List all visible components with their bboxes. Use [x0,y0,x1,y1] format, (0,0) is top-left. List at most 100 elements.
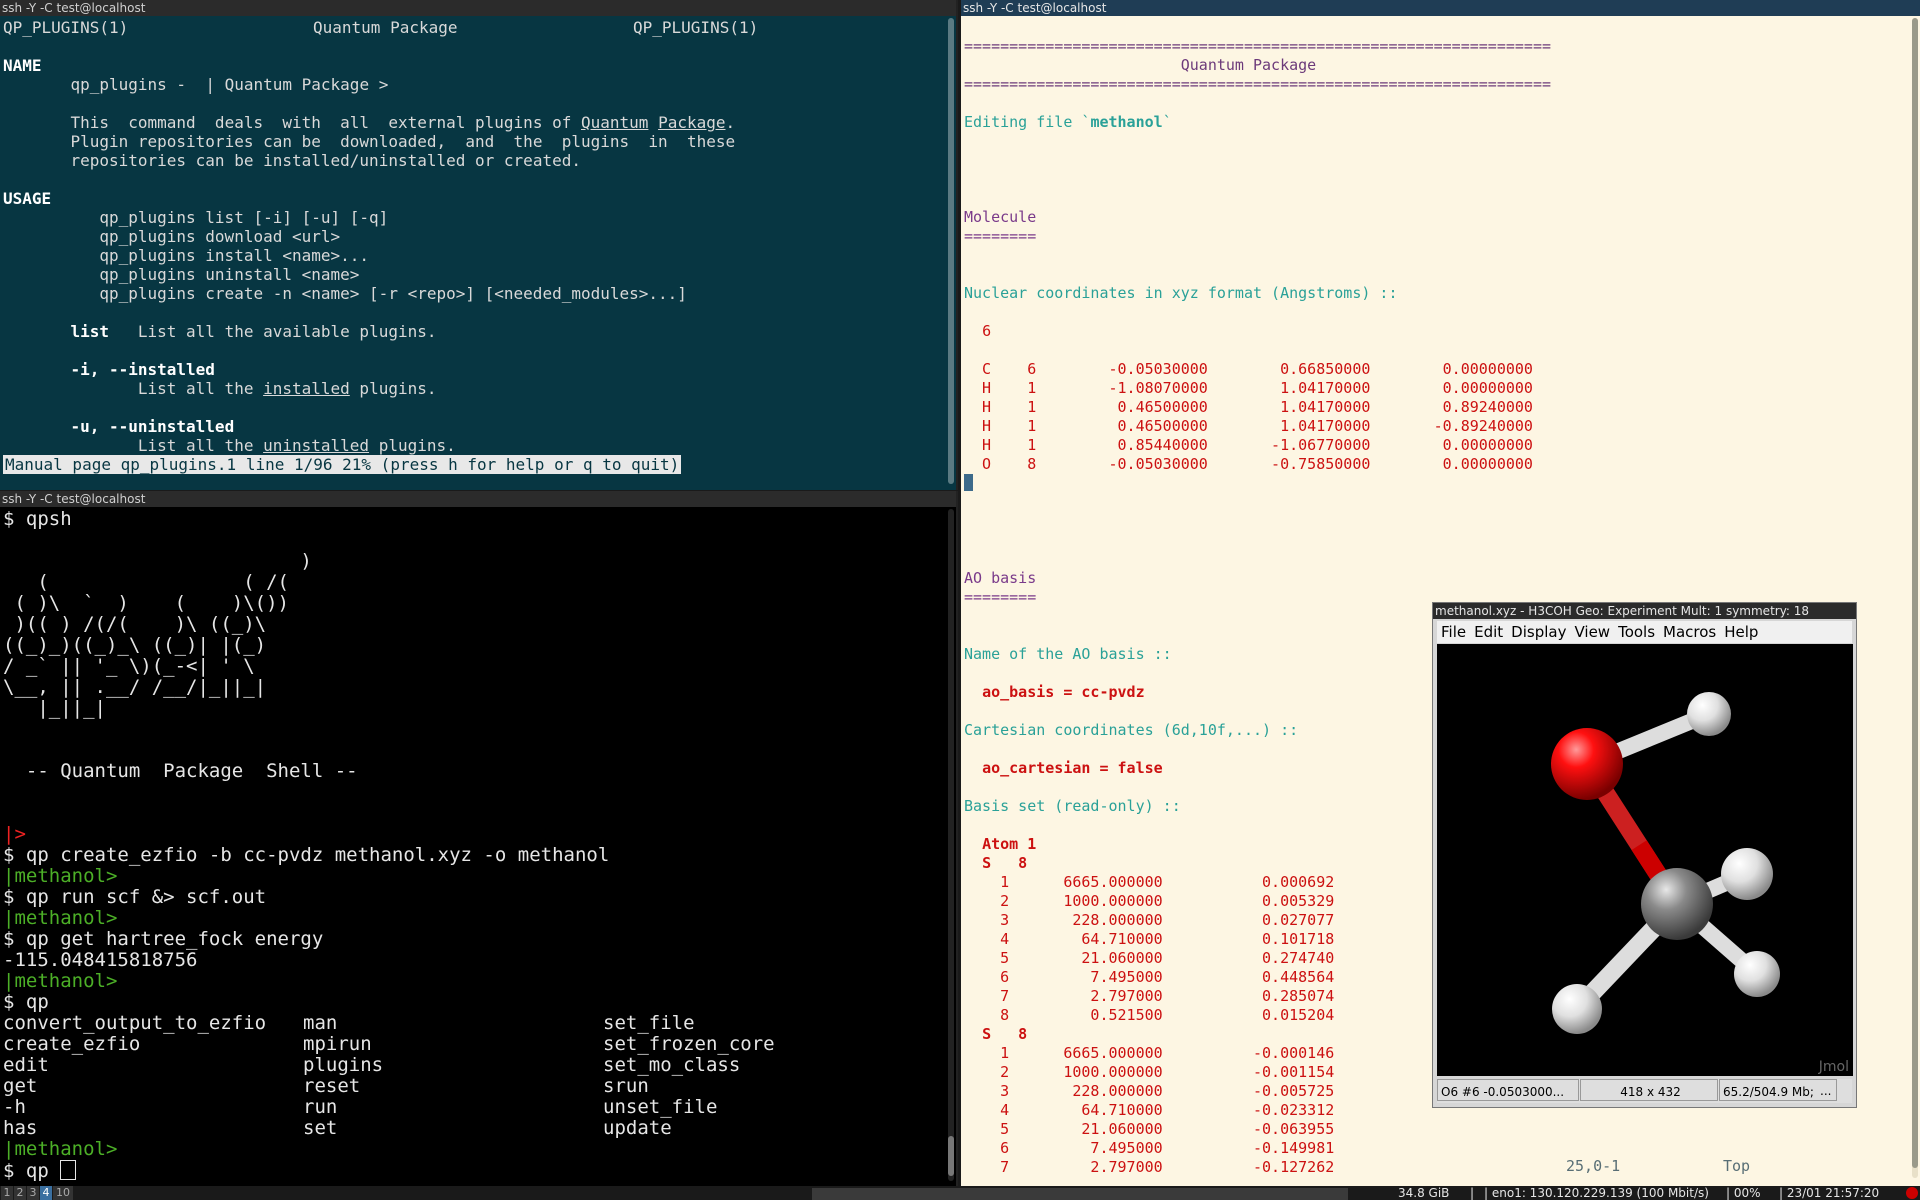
qpsh-terminal[interactable]: ssh -Y -C test@localhost $ qpsh ) ( ( /(… [0,491,958,1186]
atom-table: C 6 -0.05030000 0.66850000 0.00000000 H … [964,360,1533,473]
natoms-value: 6 [982,322,992,340]
cartesian-label: Cartesian coordinates (6d,10f,...) :: [964,721,1299,739]
ascii-art-line: ((_)_)((_)_\ ((_)| |(_) [3,634,267,656]
current-input[interactable]: $ qp [3,1160,60,1182]
text-cursor [60,1160,77,1180]
status-size: 418 x 432 [1580,1079,1718,1101]
basis-row: 3 228.000000 0.027077 [964,911,1335,929]
menu-macros[interactable]: Macros [1659,623,1720,641]
jmol-watermark: Jmol [1818,1059,1849,1075]
menu-display[interactable]: Display [1507,623,1570,641]
completion-row: create_ezfio mpirun set_frozen_core [3,1033,775,1055]
ao-heading: AO basis [964,569,1037,587]
menu-tools[interactable]: Tools [1614,623,1659,641]
status-more: ... [1820,1084,1832,1098]
basis-row: 1 6665.000000 -0.000146 [964,1044,1335,1062]
man-content: NAME qp_plugins - | Quantum Package > Th… [3,56,944,455]
basis-row: 3 228.000000 -0.005725 [964,1082,1335,1100]
man-page-terminal[interactable]: ssh -Y -C test@localhost QP_PLUGINS(1) Q… [0,0,958,490]
atom-label: Atom 1 [982,835,1037,853]
shell-content: $ qpsh ) ( ( /( ( )\ ` ) ( )\()) )(( ) /… [3,509,944,1182]
menu-view[interactable]: View [1570,623,1614,641]
atom-row: H 1 0.85440000 -1.06770000 0.00000000 [964,436,1533,454]
shell-input-line[interactable]: $ qp [3,1160,77,1182]
basis-shell: 1 6665.000000 0.000692 2 1000.000000 0.0… [964,873,1334,1024]
ascii-art-line: |_||_| [3,697,106,719]
molecule-viewer[interactable]: Jmol [1437,644,1853,1076]
window-title: ssh -Y -C test@localhost [0,491,956,507]
ao-name-label: Name of the AO basis :: [964,645,1172,663]
network-status: | eno1: 130.120.229.139 (100 Mbit/s) [1484,1186,1709,1200]
ascii-art-line: ( ( /( [3,571,289,593]
scrollbar-thumb[interactable] [948,1136,954,1176]
workspace-3[interactable]: 3 [27,1186,39,1200]
atom-row: O 8 -0.05030000 -0.75850000 0.00000000 [964,455,1533,473]
menu-edit[interactable]: Edit [1470,623,1507,641]
status-bar: 1 2 3 4 10 34.8 GiB | | eno1: 130.120.22… [0,1186,1920,1200]
desc-line-3: repositories can be installed/uninstalle… [70,151,581,170]
uninstalled-desc: List all the uninstalled plugins. [137,436,456,455]
uninstalled-term: -u, --uninstalled [70,417,235,436]
menu-file[interactable]: File [1437,623,1470,641]
desc-line-2: Plugin repositories can be downloaded, a… [70,132,736,151]
atom-row: H 1 -1.08070000 1.04170000 0.00000000 [964,379,1533,397]
shell-header: S 8 [982,854,1028,872]
ao-rule: ======== [964,588,1037,606]
usage-line: qp_plugins uninstall <name> [99,265,360,284]
shell-line: $ qp get hartree_fock energy [3,928,324,950]
completion-row: has set update [3,1117,672,1139]
shell-output: -115.048415818756 [3,949,198,971]
workspace-2[interactable]: 2 [14,1186,26,1200]
alert-icon[interactable] [1906,1187,1918,1199]
workspace-4[interactable]: 4 [40,1186,52,1200]
shell-prompt: |methanol> [3,1138,118,1160]
workspace-1[interactable]: 1 [1,1186,13,1200]
atom-row: C 6 -0.05030000 0.66850000 0.00000000 [964,360,1533,378]
scrollbar-thumb[interactable] [948,18,954,484]
methanol-model[interactable]: Jmol [1437,644,1853,1076]
completion-row: -h run unset_file [3,1096,718,1118]
ao-cartesian-value: ao_cartesian = false [982,759,1163,777]
ascii-art-line: ( )\ ` ) ( )\()) [3,592,289,614]
completion-row: get reset srun [3,1075,649,1097]
window-title: ssh -Y -C test@localhost [0,0,956,16]
menu-help[interactable]: Help [1720,623,1762,641]
hydrogen-atom [1721,848,1773,900]
shell-header: S 8 [982,1025,1028,1043]
name-heading: NAME [3,56,42,75]
jmol-statusbar: O6 #6 -0.0503000... 418 x 432 65.2/504.9… [1437,1079,1852,1103]
hydrogen-atom [1687,692,1731,736]
vim-cursor [964,474,973,491]
workspace-10[interactable]: 10 [53,1186,73,1200]
usage-line: qp_plugins install <name>... [99,246,370,265]
shell-prompt: |methanol> [3,865,118,887]
scrollbar[interactable] [948,509,954,1181]
man-header: QP_PLUGINS(1) Quantum Package QP_PLUGINS… [3,18,944,37]
ascii-art-line: )(( ) /(/( )\ ((_)\ [3,613,267,635]
ascii-art-line: / _` || '_ \)(_-<| ' \ [3,655,255,677]
list-term: list [70,322,109,341]
basis-row: 7 2.797000 0.285074 [964,987,1335,1005]
basis-row: 4 64.710000 -0.023312 [964,1101,1335,1119]
hydrogen-atom [1552,984,1602,1034]
separator: | [1470,1186,1475,1200]
basis-row: 4 64.710000 0.101718 [964,930,1335,948]
usage-heading: USAGE [3,189,52,208]
usage-line: qp_plugins list [-i] [-u] [-q] [99,208,389,227]
molecule-heading: Molecule [964,208,1037,226]
man-header-center: Quantum Package [313,18,458,37]
jmol-title[interactable]: methanol.xyz - H3COH Geo: Experiment Mul… [1433,603,1856,619]
oxygen-atom [1551,728,1623,800]
status-atom: O6 #6 -0.0503000... [1437,1079,1579,1101]
basis-row: 2 1000.000000 0.005329 [964,892,1335,910]
usage-line: qp_plugins create -n <name> [-r <repo>] … [99,284,687,303]
atom-row: H 1 0.46500000 1.04170000 -0.89240000 [964,417,1533,435]
coords-label: Nuclear coordinates in xyz format (Angst… [964,284,1398,302]
jmol-window[interactable]: methanol.xyz - H3COH Geo: Experiment Mul… [1432,602,1857,1108]
scrollbar-thumb[interactable] [1912,18,1918,1168]
man-header-left: QP_PLUGINS(1) [3,18,129,37]
ao-basis-value: ao_basis = cc-pvdz [982,683,1145,701]
hydrogen-atom [1734,951,1780,997]
atom-row: H 1 0.46500000 1.04170000 0.89240000 [964,398,1533,416]
shell-line: $ qp [3,991,49,1013]
